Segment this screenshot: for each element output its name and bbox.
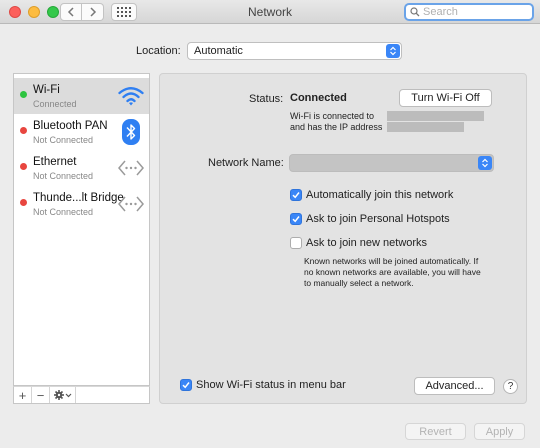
checkmark-icon bbox=[292, 192, 300, 199]
thunderbolt-bridge-icon bbox=[117, 190, 145, 218]
minimize-window-button[interactable] bbox=[28, 6, 40, 18]
apply-button[interactable]: Apply bbox=[474, 423, 525, 440]
search-field[interactable] bbox=[404, 3, 534, 21]
status-dot bbox=[20, 199, 27, 206]
service-item-bluetooth-pan[interactable]: Bluetooth PAN Not Connected bbox=[14, 114, 149, 150]
auto-join-label: Automatically join this network bbox=[306, 189, 454, 201]
new-networks-label: Ask to join new networks bbox=[306, 237, 428, 249]
checkmark-icon bbox=[182, 382, 190, 389]
personal-hotspots-label: Ask to join Personal Hotspots bbox=[306, 213, 450, 225]
network-name-label: Network Name: bbox=[208, 157, 284, 169]
service-status: Not Connected bbox=[33, 171, 94, 181]
status-value: Connected bbox=[290, 92, 347, 104]
back-button[interactable] bbox=[60, 3, 82, 21]
status-dot bbox=[20, 127, 27, 134]
status-dot bbox=[20, 163, 27, 170]
network-name-select[interactable] bbox=[289, 154, 494, 172]
zoom-window-button[interactable] bbox=[47, 6, 59, 18]
show-status-menu-checkbox[interactable] bbox=[180, 379, 192, 391]
service-list: Wi-Fi Connected Bluetooth PAN Not Connec… bbox=[13, 73, 150, 386]
join-help-text: Known networks will be joined automatica… bbox=[304, 256, 504, 289]
show-status-menu-label: Show Wi-Fi status in menu bar bbox=[196, 379, 346, 391]
personal-hotspots-option[interactable]: Ask to join Personal Hotspots bbox=[290, 213, 450, 225]
service-status: Connected bbox=[33, 99, 77, 109]
service-list-toolbar: + − bbox=[13, 386, 150, 404]
status-label: Status: bbox=[249, 93, 284, 105]
revert-button[interactable]: Revert bbox=[405, 423, 466, 440]
help-line: to manually select a network. bbox=[304, 278, 414, 288]
redacted-ip-address bbox=[387, 122, 464, 132]
show-status-menu-option[interactable]: Show Wi-Fi status in menu bar bbox=[180, 379, 346, 391]
help-button[interactable]: ? bbox=[503, 379, 518, 394]
service-name: Thunde...lt Bridge bbox=[33, 192, 124, 204]
updown-arrows-icon bbox=[386, 44, 400, 58]
ethernet-icon bbox=[117, 154, 145, 182]
help-line: Known networks will be joined automatica… bbox=[304, 256, 479, 266]
service-item-wifi[interactable]: Wi-Fi Connected bbox=[14, 78, 149, 114]
turn-wifi-off-button[interactable]: Turn Wi-Fi Off bbox=[399, 89, 492, 107]
add-service-button[interactable]: + bbox=[14, 387, 32, 403]
search-input[interactable] bbox=[423, 6, 531, 18]
service-name: Wi-Fi bbox=[33, 84, 60, 96]
advanced-button[interactable]: Advanced... bbox=[414, 377, 495, 395]
show-all-button[interactable] bbox=[111, 3, 137, 21]
search-icon bbox=[410, 7, 420, 17]
wifi-icon bbox=[117, 82, 145, 110]
location-select[interactable]: Automatic bbox=[187, 42, 402, 60]
new-networks-option[interactable]: Ask to join new networks bbox=[290, 237, 427, 249]
grid-icon bbox=[117, 7, 131, 17]
service-action-menu-button[interactable] bbox=[50, 387, 76, 403]
service-status: Not Connected bbox=[33, 135, 94, 145]
forward-button[interactable] bbox=[82, 3, 104, 21]
chevron-right-icon bbox=[89, 7, 96, 17]
updown-arrows-icon bbox=[478, 156, 492, 170]
close-window-button[interactable] bbox=[9, 6, 21, 18]
new-networks-checkbox[interactable] bbox=[290, 237, 302, 249]
bluetooth-icon bbox=[117, 118, 145, 146]
service-status: Not Connected bbox=[33, 207, 94, 217]
service-name: Bluetooth PAN bbox=[33, 120, 108, 132]
help-line: no known networks are available, you wil… bbox=[304, 267, 481, 277]
location-label: Location: bbox=[136, 45, 181, 57]
remove-service-button[interactable]: − bbox=[32, 387, 50, 403]
service-name: Ethernet bbox=[33, 156, 77, 168]
location-value: Automatic bbox=[194, 45, 243, 57]
redacted-network-name bbox=[387, 111, 484, 121]
service-item-ethernet[interactable]: Ethernet Not Connected bbox=[14, 150, 149, 186]
gear-icon bbox=[53, 390, 71, 400]
personal-hotspots-checkbox[interactable] bbox=[290, 213, 302, 225]
title-bar: Network bbox=[0, 0, 540, 24]
status-dot bbox=[20, 91, 27, 98]
status-description-line2: and has the IP address bbox=[290, 122, 383, 132]
checkmark-icon bbox=[292, 216, 300, 223]
service-item-thunderbolt-bridge[interactable]: Thunde...lt Bridge Not Connected bbox=[14, 186, 149, 222]
auto-join-option[interactable]: Automatically join this network bbox=[290, 189, 453, 201]
chevron-left-icon bbox=[67, 7, 74, 17]
auto-join-checkbox[interactable] bbox=[290, 189, 302, 201]
status-description-line1: Wi-Fi is connected to bbox=[290, 111, 375, 121]
